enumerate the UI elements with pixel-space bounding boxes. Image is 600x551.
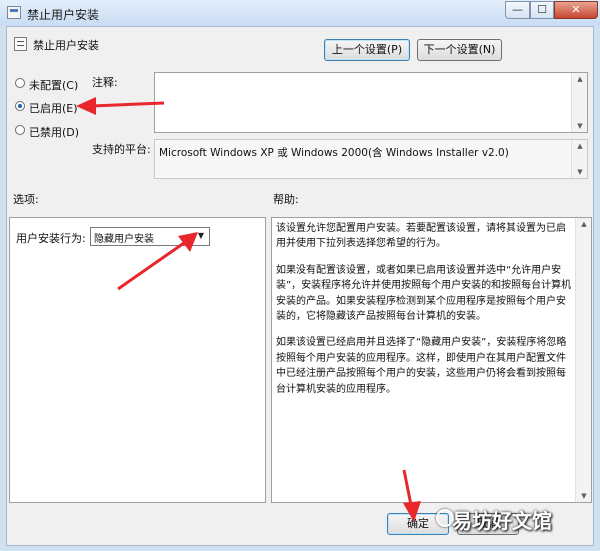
platform-scrollbar[interactable]: ▲ ▼ (571, 140, 587, 178)
next-setting-button[interactable]: 下一个设置(N) (417, 39, 502, 61)
platform-textbox: Microsoft Windows XP 或 Windows 2000(含 Wi… (154, 139, 588, 179)
install-behavior-value: 隐藏用户安装 (94, 234, 154, 245)
radio-label: 未配置(C) (29, 79, 79, 92)
comment-textarea[interactable]: ▲ ▼ (154, 72, 588, 133)
radio-label: 已启用(E) (29, 102, 78, 115)
previous-setting-button[interactable]: 上一个设置(P) (324, 39, 410, 61)
radio-circle[interactable] (15, 125, 25, 135)
scroll-down-icon[interactable]: ▼ (580, 492, 588, 500)
watermark-text: 易坊好文馆 (452, 509, 552, 533)
help-paragraph: 如果没有配置该设置，或者如果已启用该设置并选中“允许用户安装”，安装程序将允许并… (276, 264, 572, 323)
close-button[interactable]: ✕ (554, 1, 598, 19)
install-behavior-select[interactable]: 隐藏用户安装 ▼ (90, 227, 210, 246)
options-panel: 用户安装行为: 隐藏用户安装 ▼ (9, 217, 266, 503)
comment-label: 注释: (92, 76, 118, 89)
minimize-button[interactable]: — (505, 1, 530, 19)
help-scrollbar[interactable]: ▲ ▼ (575, 218, 591, 502)
dialog-client-area: 禁止用户安装 上一个设置(P) 下一个设置(N) 未配置(C) 已启用(E) 已… (6, 26, 594, 546)
help-panel: 该设置允许您配置用户安装。若要配置该设置，请将其设置为已启用并使用下拉列表选择您… (271, 217, 592, 503)
platform-value: Microsoft Windows XP 或 Windows 2000(含 Wi… (159, 147, 509, 159)
dropdown-arrow-icon[interactable]: ▼ (196, 231, 206, 241)
scroll-down-icon[interactable]: ▼ (576, 168, 584, 176)
radio-label: 已禁用(D) (29, 126, 80, 139)
maximize-button[interactable]: ☐ (530, 1, 554, 19)
scroll-up-icon[interactable]: ▲ (576, 142, 584, 150)
radio-circle[interactable] (15, 78, 25, 88)
platform-label: 支持的平台: (92, 143, 151, 156)
help-text: 该设置允许您配置用户安装。若要配置该设置，请将其设置为已启用并使用下拉列表选择您… (276, 221, 574, 408)
options-section-label: 选项: (13, 193, 39, 206)
comment-scrollbar[interactable]: ▲ ▼ (571, 73, 587, 132)
dialog-window: 禁止用户安装 — ☐ ✕ 禁止用户安装 上一个设置(P) 下一个设置(N) 未配… (0, 0, 600, 551)
window-title: 禁止用户安装 (27, 8, 100, 22)
scroll-down-icon[interactable]: ▼ (576, 122, 584, 130)
help-paragraph: 如果该设置已经启用并且选择了“隐藏用户安装”，安装程序将忽略按照每个用户安装的应… (276, 337, 567, 395)
radio-circle-selected[interactable] (15, 101, 25, 111)
policy-window-icon (7, 6, 21, 19)
title-bar[interactable]: 禁止用户安装 — ☐ ✕ (0, 0, 600, 26)
policy-name: 禁止用户安装 (33, 39, 99, 52)
help-section-label: 帮助: (273, 193, 299, 206)
policy-setting-icon (14, 37, 27, 51)
install-behavior-label: 用户安装行为: (16, 232, 86, 245)
help-paragraph: 该设置允许您配置用户安装。若要配置该设置，请将其设置为已启用并使用下拉列表选择您… (276, 223, 566, 250)
scroll-up-icon[interactable]: ▲ (580, 220, 588, 228)
scroll-up-icon[interactable]: ▲ (576, 75, 584, 83)
